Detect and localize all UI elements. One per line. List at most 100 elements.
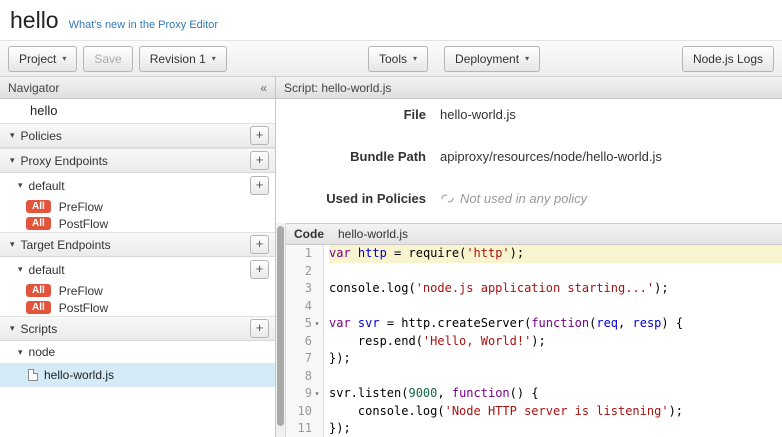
collapse-panel-icon[interactable]: « [260, 81, 267, 95]
target-preflow-item[interactable]: All PreFlow [0, 282, 275, 299]
section-target-endpoints[interactable]: ▾ Target Endpoints + [0, 232, 275, 257]
file-field-value: hello-world.js [440, 107, 516, 122]
file-field-label: File [276, 107, 426, 122]
proxy-preflow-label: PreFlow [59, 200, 103, 214]
disclosure-triangle-icon[interactable]: ▾ [10, 155, 15, 166]
toolbar-center-group: Tools ▾ Deployment ▾ [368, 46, 540, 72]
proxy-postflow-label: PostFlow [59, 217, 108, 231]
add-proxy-endpoint-button[interactable]: + [250, 151, 269, 170]
code-line[interactable] [329, 368, 782, 386]
proxy-preflow-item[interactable]: All PreFlow [0, 198, 275, 215]
line-number: 1 [286, 245, 323, 263]
chevron-down-icon: ▾ [62, 55, 66, 63]
project-menu-button[interactable]: Project ▾ [8, 46, 77, 72]
code-line[interactable] [329, 263, 782, 281]
project-menu-label: Project [19, 52, 56, 66]
section-proxy-endpoints[interactable]: ▾ Proxy Endpoints + [0, 148, 275, 173]
disclosure-triangle-icon[interactable]: ▾ [10, 323, 15, 334]
tools-menu-label: Tools [379, 52, 407, 66]
revision-menu-button[interactable]: Revision 1 ▾ [139, 46, 227, 72]
code-line[interactable]: var http = require('http'); [329, 245, 782, 263]
code-editor[interactable]: 12345▾6789▾1011 var http = require('http… [286, 245, 782, 437]
add-script-button[interactable]: + [250, 319, 269, 338]
proxy-endpoint-default[interactable]: ▾ default + [0, 173, 275, 198]
script-file-hello-world[interactable]: hello-world.js [0, 363, 275, 387]
navigator-item-proxy-root[interactable]: hello [0, 99, 275, 123]
code-line[interactable]: }); [329, 350, 782, 368]
script-detail-form: File hello-world.js Bundle Path apiproxy… [276, 99, 782, 223]
code-gutter: 12345▾6789▾1011 [286, 245, 324, 437]
section-proxy-endpoints-label: Proxy Endpoints [21, 154, 108, 168]
all-badge: All [26, 200, 51, 213]
whats-new-link[interactable]: What's new in the Proxy Editor [69, 19, 218, 31]
disclosure-triangle-icon[interactable]: ▾ [18, 264, 23, 275]
proxy-postflow-item[interactable]: All PostFlow [0, 215, 275, 232]
target-postflow-label: PostFlow [59, 301, 108, 315]
section-policies[interactable]: ▾ Policies + [0, 123, 275, 148]
code-line[interactable]: svr.listen(9000, function() { [329, 385, 782, 403]
code-line[interactable]: var svr = http.createServer(function(req… [329, 315, 782, 333]
bundle-path-field-value: apiproxy/resources/node/hello-world.js [440, 149, 662, 164]
proxy-endpoint-default-label: default [29, 179, 65, 193]
toolbar: Project ▾ Save Revision 1 ▾ Tools ▾ Depl… [0, 40, 782, 77]
content-split: Navigator « hello ▾ Policies + ▾ Proxy E… [0, 77, 782, 437]
line-number: 2 [286, 263, 323, 281]
disclosure-triangle-icon[interactable]: ▾ [18, 180, 23, 191]
bundle-path-field-row: Bundle Path apiproxy/resources/node/hell… [276, 149, 782, 191]
script-detail-panel: Script: hello-world.js File hello-world.… [276, 77, 782, 437]
section-scripts-label: Scripts [21, 322, 58, 336]
deployment-menu-button[interactable]: Deployment ▾ [444, 46, 540, 72]
toolbar-left-group: Project ▾ Save Revision 1 ▾ [8, 46, 227, 72]
target-endpoint-default[interactable]: ▾ default + [0, 257, 275, 282]
scripts-folder-node[interactable]: ▾ node [0, 341, 275, 363]
section-scripts[interactable]: ▾ Scripts + [0, 316, 275, 341]
code-line[interactable] [329, 298, 782, 316]
navigator-panel: Navigator « hello ▾ Policies + ▾ Proxy E… [0, 77, 276, 437]
used-in-policies-field-label: Used in Policies [276, 191, 426, 206]
all-badge: All [26, 217, 51, 230]
section-target-endpoints-label: Target Endpoints [21, 238, 111, 252]
target-endpoint-default-label: default [29, 263, 65, 277]
all-badge: All [26, 301, 51, 314]
disclosure-triangle-icon[interactable]: ▾ [18, 347, 23, 358]
code-section-header: Code hello-world.js [286, 223, 782, 245]
disclosure-triangle-icon[interactable]: ▾ [10, 239, 15, 250]
used-in-policies-field-value: Not used in any policy [440, 191, 587, 206]
disclosure-triangle-icon[interactable]: ▾ [10, 130, 15, 141]
code-line[interactable]: }); [329, 420, 782, 437]
file-field-row: File hello-world.js [276, 107, 782, 149]
line-number: 3 [286, 280, 323, 298]
target-postflow-item[interactable]: All PostFlow [0, 299, 275, 316]
file-icon [28, 369, 38, 381]
fold-toggle-icon[interactable]: ▾ [312, 315, 322, 333]
add-proxy-flow-button[interactable]: + [250, 176, 269, 195]
fold-toggle-icon[interactable]: ▾ [312, 385, 322, 403]
line-number: 5▾ [286, 315, 323, 333]
nodejs-logs-button[interactable]: Node.js Logs [682, 46, 774, 72]
code-panel-scrollbar[interactable] [276, 223, 286, 437]
add-target-endpoint-button[interactable]: + [250, 235, 269, 254]
add-policy-button[interactable]: + [250, 126, 269, 145]
script-detail-title: Script: hello-world.js [284, 81, 391, 95]
scripts-folder-node-label: node [29, 345, 56, 359]
code-line[interactable]: console.log('node.js application startin… [329, 280, 782, 298]
code-line[interactable]: resp.end('Hello, World!'); [329, 333, 782, 351]
code-section: Code hello-world.js 12345▾6789▾1011 var … [286, 223, 782, 437]
line-number: 6 [286, 333, 323, 351]
save-button[interactable]: Save [83, 46, 132, 72]
proxy-title: hello [10, 7, 59, 34]
chevron-down-icon: ▾ [413, 55, 417, 63]
tools-menu-button[interactable]: Tools ▾ [368, 46, 428, 72]
deployment-menu-label: Deployment [455, 52, 519, 66]
scrollbar-thumb[interactable] [277, 226, 284, 426]
navigator-header: Navigator « [0, 77, 275, 99]
add-target-flow-button[interactable]: + [250, 260, 269, 279]
bundle-path-field-label: Bundle Path [276, 149, 426, 164]
code-line[interactable]: console.log('Node HTTP server is listeni… [329, 403, 782, 421]
line-number: 4 [286, 298, 323, 316]
code-lines[interactable]: var http = require('http'); console.log('… [324, 245, 782, 437]
target-preflow-label: PreFlow [59, 284, 103, 298]
chevron-down-icon: ▾ [212, 55, 216, 63]
navigator-title: Navigator [8, 81, 59, 95]
line-number: 9▾ [286, 385, 323, 403]
